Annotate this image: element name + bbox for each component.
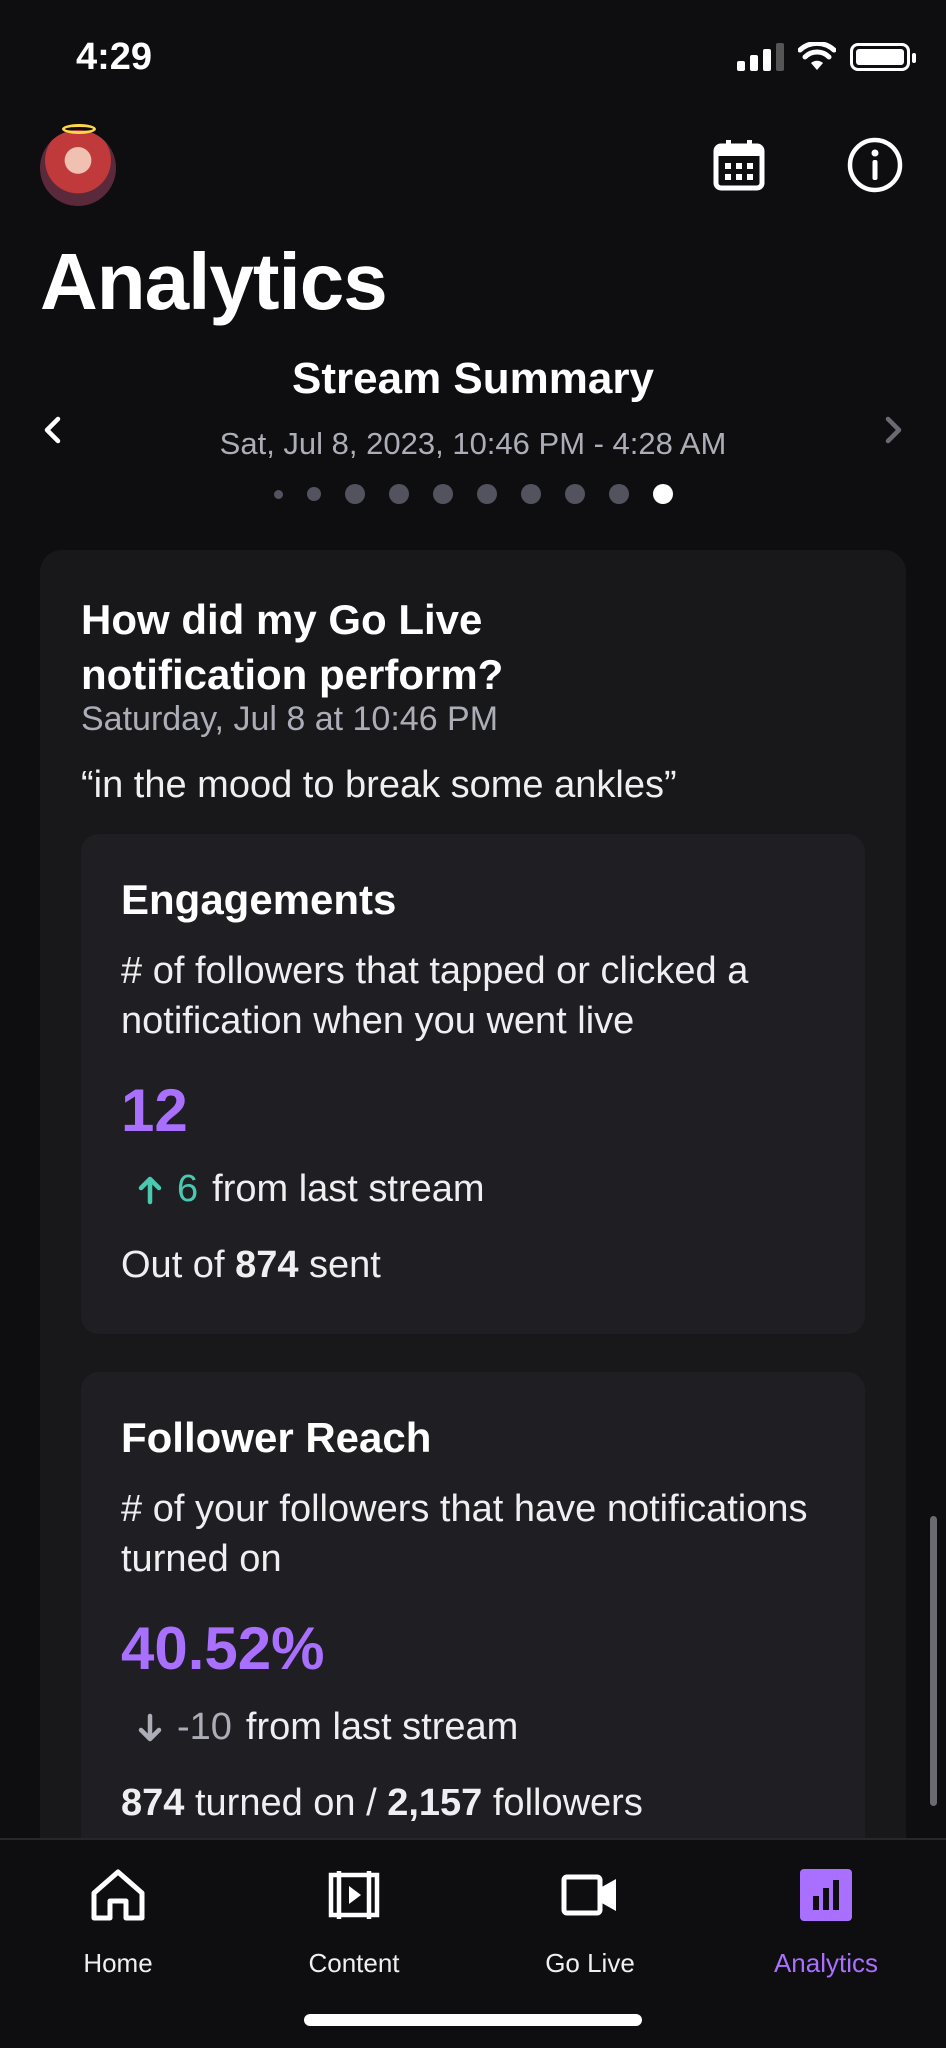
chevron-right-icon <box>885 416 902 444</box>
reach-description: # of your followers that have notificati… <box>121 1488 808 1580</box>
next-button[interactable] <box>874 410 914 450</box>
engagements-delta: 6 from last stream <box>137 1168 485 1211</box>
followers-label: followers <box>492 1782 643 1824</box>
home-indicator[interactable] <box>304 2014 642 2026</box>
out-of-prefix: Out of <box>121 1244 225 1286</box>
tab-go-live[interactable]: Go Live <box>472 1862 708 1979</box>
content-icon <box>321 1862 387 1928</box>
page-dot[interactable] <box>564 484 585 504</box>
home-icon <box>85 1862 151 1928</box>
page-indicator[interactable] <box>0 484 946 504</box>
avatar-halo <box>62 124 96 134</box>
page-dot-active[interactable] <box>652 484 673 504</box>
info-button[interactable] <box>844 134 906 196</box>
arrow-down-icon <box>137 1712 163 1744</box>
summary-title: Stream Summary <box>292 354 654 403</box>
page-dot[interactable] <box>306 487 321 501</box>
reach-delta-suffix: from last stream <box>245 1706 519 1748</box>
info-icon <box>847 137 903 193</box>
card-date: Saturday, Jul 8 at 10:46 PM <box>81 700 499 738</box>
calendar-icon <box>713 140 765 191</box>
reach-title: Follower Reach <box>121 1414 432 1461</box>
notification-performance-card: How did my Go Live notification perform?… <box>40 550 906 1892</box>
previous-button[interactable] <box>32 410 72 450</box>
avatar[interactable] <box>40 130 116 206</box>
arrow-up-icon <box>137 1174 163 1206</box>
wifi-icon <box>798 42 836 70</box>
scrollbar[interactable] <box>930 1516 937 1806</box>
status-icons <box>737 42 916 72</box>
reach-delta: -10 from last stream <box>137 1706 518 1749</box>
page-dot[interactable] <box>520 484 541 504</box>
status-time: 4:29 <box>76 36 153 78</box>
tab-analytics-label: Analytics <box>773 1948 879 1978</box>
turned-on-label: turned on / <box>194 1782 377 1824</box>
battery-icon <box>850 43 916 71</box>
reach-delta-value: -10 <box>177 1706 232 1748</box>
out-of-suffix: sent <box>309 1244 381 1286</box>
tab-analytics[interactable]: Analytics <box>708 1862 944 1979</box>
tab-home-label: Home <box>83 1948 153 1978</box>
stream-title-quote: “in the mood to break some ankles” <box>81 764 677 806</box>
tab-content[interactable]: Content <box>236 1862 472 1979</box>
engagements-title: Engagements <box>121 876 397 923</box>
engagements-card: Engagements # of followers that tapped o… <box>81 834 865 1334</box>
followers-value: 2,157 <box>387 1782 483 1824</box>
turned-on-value: 874 <box>121 1782 185 1824</box>
page-dot[interactable] <box>476 484 497 504</box>
engagements-delta-suffix: from last stream <box>212 1168 485 1210</box>
engagements-out-of: Out of 874 sent <box>121 1244 381 1287</box>
page-dot[interactable] <box>388 484 409 504</box>
page-dot[interactable] <box>608 484 629 504</box>
page-dot[interactable] <box>273 489 283 499</box>
engagements-value: 12 <box>121 1077 188 1144</box>
calendar-button[interactable] <box>708 134 770 196</box>
page-dot[interactable] <box>344 484 365 504</box>
tab-content-label: Content <box>308 1948 400 1978</box>
engagements-description: # of followers that tapped or clicked a … <box>121 950 749 1042</box>
engagements-delta-value: 6 <box>177 1168 199 1210</box>
page-title: Analytics <box>40 237 388 326</box>
follower-reach-card: Follower Reach # of your followers that … <box>81 1372 865 1892</box>
tab-go-live-label: Go Live <box>545 1948 635 1978</box>
cellular-signal-icon <box>737 43 784 71</box>
chevron-left-icon <box>44 416 61 444</box>
reach-turned-on: 874 turned on / 2,157 followers <box>121 1782 643 1825</box>
out-of-value: 874 <box>235 1244 299 1286</box>
reach-value: 40.52% <box>121 1615 325 1682</box>
camera-icon <box>557 1862 623 1928</box>
analytics-icon <box>793 1862 859 1928</box>
card-question: How did my Go Live notification perform? <box>81 596 504 698</box>
summary-date-range: Sat, Jul 8, 2023, 10:46 PM - 4:28 AM <box>219 426 727 461</box>
tab-home[interactable]: Home <box>0 1862 236 1979</box>
page-dot[interactable] <box>432 484 453 504</box>
